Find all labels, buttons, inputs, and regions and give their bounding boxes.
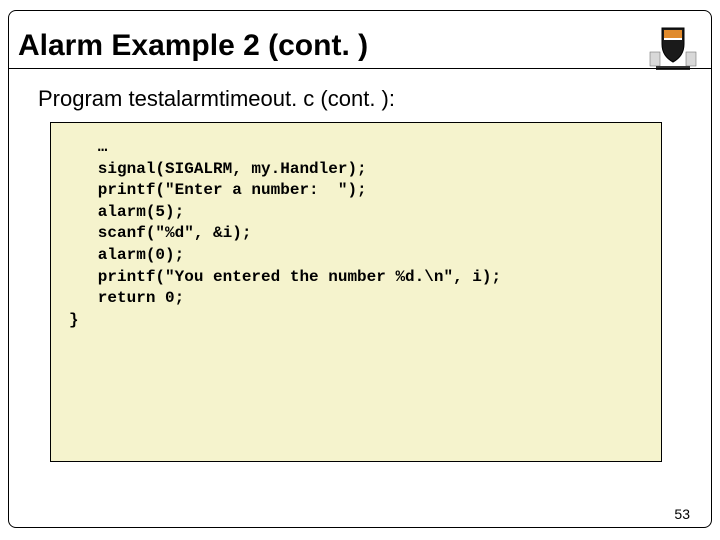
code-line: printf("Enter a number: "); [69, 180, 643, 202]
code-line: … [69, 137, 643, 159]
code-line: printf("You entered the number %d.\n", i… [69, 267, 643, 289]
title-bar: Alarm Example 2 (cont. ) [18, 20, 702, 72]
code-line: } [69, 310, 643, 332]
slide-subtitle: Program testalarmtimeout. c (cont. ): [38, 86, 395, 112]
page-number: 53 [674, 506, 690, 522]
code-line: alarm(5); [69, 202, 643, 224]
code-line: signal(SIGALRM, my.Handler); [69, 159, 643, 181]
princeton-crest-icon [644, 22, 702, 70]
title-underline [8, 68, 712, 69]
code-line: return 0; [69, 288, 643, 310]
code-line: alarm(0); [69, 245, 643, 267]
code-line: scanf("%d", &i); [69, 223, 643, 245]
code-block: … signal(SIGALRM, my.Handler); printf("E… [50, 122, 662, 462]
slide-title: Alarm Example 2 (cont. ) [18, 29, 368, 63]
